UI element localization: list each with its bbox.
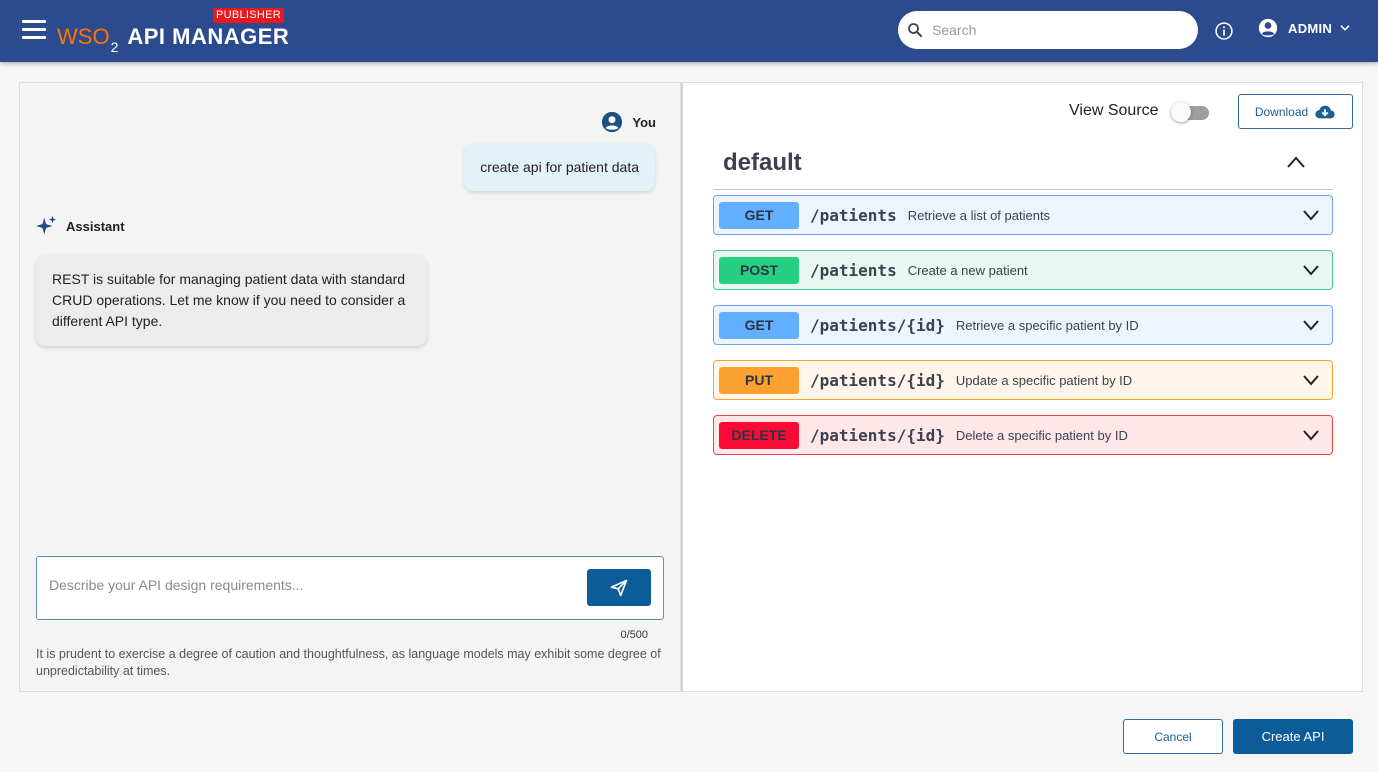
user-account-icon	[1258, 18, 1278, 38]
operation-row[interactable]: DELETE /patients/{id} Delete a specific …	[713, 415, 1333, 455]
operation-description: Retrieve a specific patient by ID	[955, 317, 1139, 333]
method-badge: PUT	[719, 366, 799, 394]
chevron-down-icon	[1340, 25, 1350, 31]
create-api-button[interactable]: Create API	[1233, 719, 1353, 754]
disclaimer-text: It is prudent to exercise a degree of ca…	[36, 647, 661, 678]
download-button[interactable]: Download	[1238, 94, 1353, 129]
operation-row[interactable]: GET /patients/{id} Retrieve a specific p…	[713, 305, 1333, 345]
search-input[interactable]	[932, 22, 1172, 38]
chevron-down-icon	[1303, 320, 1319, 331]
publisher-badge: PUBLISHER	[213, 8, 285, 23]
operation-path: /patients	[810, 260, 897, 280]
chevron-down-icon	[1303, 375, 1319, 386]
operation-row[interactable]: PUT /patients/{id} Update a specific pat…	[713, 360, 1333, 400]
operation-row[interactable]: GET /patients Retrieve a list of patient…	[713, 195, 1333, 235]
operation-description: Create a new patient	[907, 262, 1028, 278]
view-source-control: View Source	[1069, 101, 1209, 122]
product-logo[interactable]: WSO 2 API MANAGER	[57, 20, 290, 55]
assistant-message-header: Assistant	[36, 215, 125, 237]
api-spec-panel: View Source Download default GET /patien…	[681, 82, 1363, 692]
send-icon	[610, 579, 628, 596]
chat-input[interactable]	[49, 577, 579, 593]
send-button[interactable]	[587, 569, 651, 606]
info-icon[interactable]	[1214, 21, 1234, 41]
operation-path: /patients/{id}	[810, 315, 945, 335]
logo-product-name: API MANAGER	[127, 24, 290, 49]
logo-brand: WSO	[57, 24, 110, 49]
operation-path: /patients/{id}	[810, 370, 945, 390]
user-menu[interactable]: ADMIN	[1258, 18, 1352, 38]
character-count: 0/500	[620, 629, 648, 641]
user-message-header: You	[601, 111, 656, 133]
method-badge: POST	[719, 256, 799, 284]
chevron-down-icon	[1303, 265, 1319, 276]
operation-path: /patients	[810, 205, 897, 225]
operation-description: Delete a specific patient by ID	[955, 427, 1128, 443]
user-label: You	[632, 114, 656, 130]
chevron-down-icon	[1303, 210, 1319, 221]
assistant-message-bubble: REST is suitable for managing patient da…	[36, 255, 427, 346]
view-source-toggle[interactable]	[1170, 101, 1209, 122]
chat-input-container	[36, 556, 664, 620]
view-source-label: View Source	[1069, 102, 1159, 119]
chat-panel: You create api for patient data Assistan…	[19, 82, 681, 692]
method-badge: GET	[719, 311, 799, 339]
cloud-download-icon	[1315, 105, 1335, 118]
menu-icon[interactable]	[22, 20, 46, 40]
download-label: Download	[1254, 104, 1309, 119]
method-badge: DELETE	[719, 421, 799, 449]
search-icon	[908, 23, 922, 37]
method-badge: GET	[719, 201, 799, 229]
search-box[interactable]	[898, 11, 1198, 49]
section-divider	[713, 189, 1333, 190]
top-app-bar: WSO 2 API MANAGER PUBLISHER ADMIN	[0, 0, 1378, 62]
cancel-button[interactable]: Cancel	[1123, 719, 1223, 754]
logo-sub: 2	[110, 39, 119, 55]
operation-description: Update a specific patient by ID	[955, 372, 1133, 388]
operation-row[interactable]: POST /patients Create a new patient	[713, 250, 1333, 290]
sparkle-icon	[36, 215, 57, 235]
assistant-label: Assistant	[66, 218, 125, 234]
user-name: ADMIN	[1288, 20, 1333, 36]
user-message-bubble: create api for patient data	[464, 143, 655, 191]
operation-path: /patients/{id}	[810, 425, 945, 445]
spec-section-title[interactable]: default	[723, 149, 802, 177]
user-account-icon	[602, 111, 623, 133]
chevron-down-icon	[1303, 430, 1319, 441]
chevron-up-icon[interactable]	[1286, 155, 1306, 169]
operation-description: Retrieve a list of patients	[907, 207, 1051, 223]
